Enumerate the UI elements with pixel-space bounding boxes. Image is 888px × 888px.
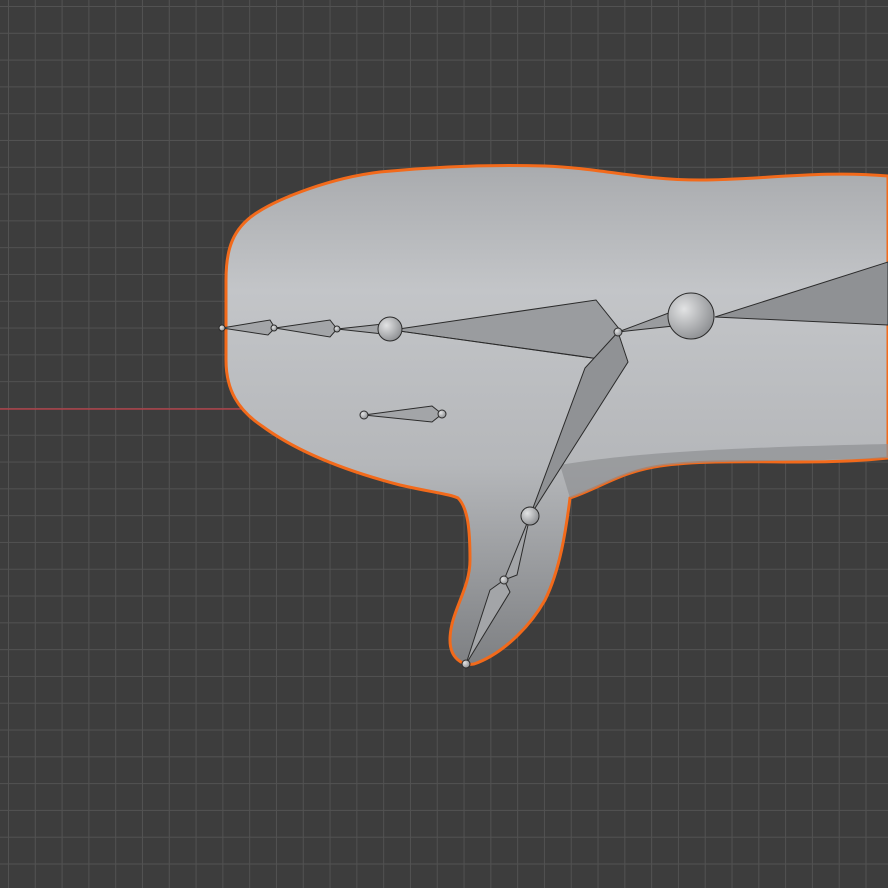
joint-elbow[interactable]: [520, 506, 540, 526]
whale-mesh[interactable]: [224, 163, 888, 666]
joint-jaw-end[interactable]: [437, 409, 447, 419]
joint-wrist[interactable]: [499, 575, 509, 585]
joint-snout-1[interactable]: [270, 324, 278, 332]
joint-snout-tip[interactable]: [218, 324, 226, 332]
joint-jaw-start[interactable]: [359, 410, 369, 420]
joint-snout-2[interactable]: [333, 325, 341, 333]
joint-head[interactable]: [377, 316, 403, 342]
joint-spine[interactable]: [667, 292, 715, 340]
scene-canvas[interactable]: [0, 0, 888, 888]
joint-flipper-tip[interactable]: [461, 659, 471, 669]
3d-viewport[interactable]: [0, 0, 888, 888]
joint-shoulder[interactable]: [613, 327, 623, 337]
